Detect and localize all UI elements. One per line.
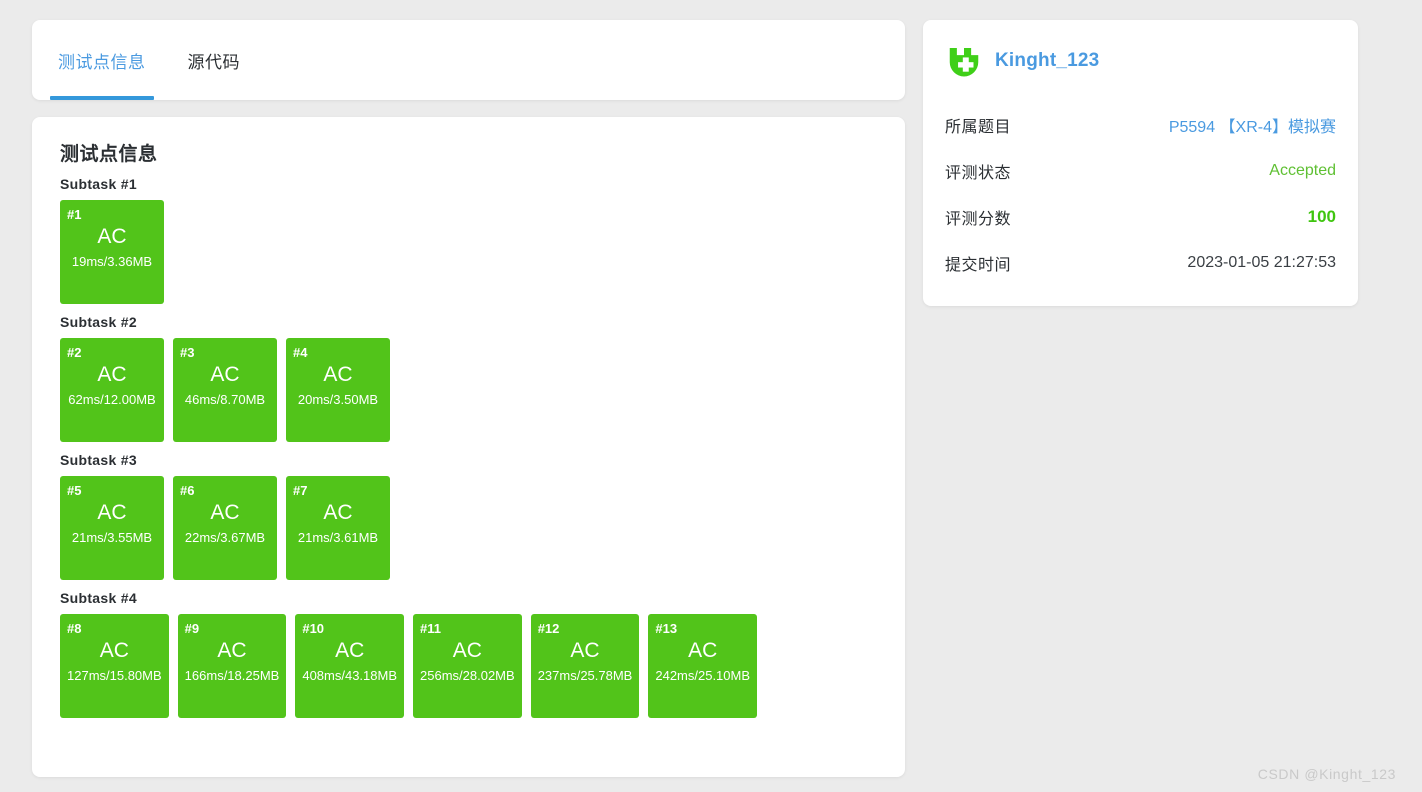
- subtask-label: Subtask #3: [60, 452, 137, 468]
- testpoint-card[interactable]: #2 AC 62ms/12.00MB: [60, 338, 164, 442]
- username-link[interactable]: Kinght_123: [995, 50, 1099, 72]
- testpoint-row: #5 AC 21ms/3.55MB #6 AC 22ms/3.67MB #7 A…: [60, 476, 877, 580]
- tab-testpoint-info[interactable]: 测试点信息: [50, 20, 154, 100]
- submit-time-value: 2023-01-05 21:27:53: [1187, 254, 1336, 271]
- testpoint-meta: 19ms/3.36MB: [71, 253, 153, 269]
- testpoint-status: AC: [97, 224, 127, 248]
- testpoint-card[interactable]: #10 AC 408ms/43.18MB: [295, 614, 405, 718]
- testpoint-id: #6: [180, 483, 195, 498]
- status-badge: Accepted: [1269, 162, 1336, 179]
- subtask-label: Subtask #4: [60, 590, 137, 606]
- testpoint-meta: 20ms/3.50MB: [297, 391, 379, 407]
- tab-label: 测试点信息: [58, 52, 146, 72]
- testpoint-card[interactable]: #8 AC 127ms/15.80MB: [60, 614, 169, 718]
- testpoint-status: AC: [97, 362, 127, 386]
- info-row-submit-time: 提交时间 2023-01-05 21:27:53: [945, 240, 1336, 286]
- testpoint-id: #11: [420, 621, 441, 636]
- testpoint-status: AC: [570, 638, 600, 662]
- testpoint-card[interactable]: #5 AC 21ms/3.55MB: [60, 476, 164, 580]
- testpoint-id: #5: [67, 483, 82, 498]
- tab-bar: 测试点信息 源代码: [50, 20, 248, 100]
- page-title: 测试点信息: [60, 144, 158, 165]
- testpoint-status: AC: [99, 638, 129, 662]
- problem-link[interactable]: P5594 【XR-4】模拟赛: [1169, 113, 1336, 137]
- info-row-status: 评测状态 Accepted: [945, 148, 1336, 194]
- testpoint-meta: 21ms/3.55MB: [71, 529, 153, 545]
- subtask-group: Subtask #1 #1 AC 19ms/3.36MB: [60, 176, 877, 304]
- subtask-group: Subtask #4 #8 AC 127ms/15.80MB #9 AC 166…: [60, 590, 877, 718]
- testpoint-id: #1: [67, 207, 82, 222]
- testpoint-meta: 46ms/8.70MB: [184, 391, 266, 407]
- testpoint-card[interactable]: #9 AC 166ms/18.25MB: [177, 614, 287, 718]
- testpoint-id: #12: [537, 621, 560, 636]
- user-row: Kinght_123: [945, 42, 1336, 80]
- subtask-group: Subtask #2 #2 AC 62ms/12.00MB #3 AC 46ms…: [60, 314, 877, 442]
- testpoint-meta: 256ms/28.02MB: [420, 667, 515, 683]
- tabs-card: 测试点信息 源代码: [32, 20, 905, 100]
- score-value: 100: [1307, 207, 1336, 226]
- testpoint-id: #3: [180, 345, 195, 360]
- info-label: 提交时间: [945, 257, 1012, 274]
- testpoint-meta: 408ms/43.18MB: [302, 667, 398, 683]
- testpoint-info-card: 测试点信息 Subtask #1 #1 AC 19ms/3.36MB Subta…: [32, 117, 905, 777]
- testpoint-id: #13: [655, 621, 678, 636]
- testpoint-card[interactable]: #13 AC 242ms/25.10MB: [648, 614, 758, 718]
- testpoint-status: AC: [210, 500, 240, 524]
- subtask-label: Subtask #1: [60, 176, 137, 192]
- testpoint-status: AC: [335, 638, 365, 662]
- testpoint-row: #1 AC 19ms/3.36MB: [60, 200, 877, 304]
- testpoint-card[interactable]: #6 AC 22ms/3.67MB: [173, 476, 277, 580]
- testpoint-status: AC: [688, 638, 718, 662]
- right-column: Kinght_123 所属题目 P5594 【XR-4】模拟赛 评测状态 Acc…: [923, 20, 1358, 306]
- left-column: 测试点信息 源代码 测试点信息 Subtask #1 #1 AC 19ms/3.…: [32, 20, 905, 777]
- testpoint-meta: 166ms/18.25MB: [184, 667, 280, 683]
- testpoint-row: #8 AC 127ms/15.80MB #9 AC 166ms/18.25MB …: [60, 614, 877, 718]
- testpoint-meta: 22ms/3.67MB: [184, 529, 266, 545]
- testpoint-card[interactable]: #4 AC 20ms/3.50MB: [286, 338, 390, 442]
- testpoint-status: AC: [323, 500, 353, 524]
- testpoint-meta: 21ms/3.61MB: [297, 529, 379, 545]
- testpoint-status: AC: [217, 638, 247, 662]
- tab-label: 源代码: [187, 52, 240, 72]
- info-row-score: 评测分数 100: [945, 194, 1336, 240]
- testpoint-meta: 127ms/15.80MB: [67, 667, 162, 683]
- watermark: CSDN @Kinght_123: [1257, 766, 1396, 782]
- testpoint-row: #2 AC 62ms/12.00MB #3 AC 46ms/8.70MB #4 …: [60, 338, 877, 442]
- testpoint-id: #9: [184, 621, 200, 636]
- testpoint-status: AC: [210, 362, 240, 386]
- info-row-problem: 所属题目 P5594 【XR-4】模拟赛: [945, 102, 1336, 148]
- testpoint-card[interactable]: #1 AC 19ms/3.36MB: [60, 200, 164, 304]
- info-label: 评测分数: [945, 211, 1012, 228]
- green-cross-avatar-icon: [945, 42, 983, 80]
- testpoint-id: #10: [302, 621, 325, 636]
- testpoint-status: AC: [323, 362, 353, 386]
- testpoint-status: AC: [452, 638, 482, 662]
- testpoint-id: #4: [293, 345, 308, 360]
- info-label: 所属题目: [945, 119, 1012, 136]
- testpoint-card[interactable]: #11 AC 256ms/28.02MB: [413, 614, 522, 718]
- testpoint-meta: 242ms/25.10MB: [655, 667, 751, 683]
- info-label: 评测状态: [945, 165, 1012, 182]
- page-root: 测试点信息 源代码 测试点信息 Subtask #1 #1 AC 19ms/3.…: [0, 0, 1422, 777]
- testpoint-id: #7: [293, 483, 308, 498]
- subtask-label: Subtask #2: [60, 314, 137, 330]
- tab-source-code[interactable]: 源代码: [180, 20, 249, 100]
- testpoint-meta: 237ms/25.78MB: [537, 667, 633, 683]
- testpoint-card[interactable]: #7 AC 21ms/3.61MB: [286, 476, 390, 580]
- testpoint-meta: 62ms/12.00MB: [68, 391, 156, 407]
- testpoint-card[interactable]: #12 AC 237ms/25.78MB: [530, 614, 640, 718]
- testpoint-card[interactable]: #3 AC 46ms/8.70MB: [173, 338, 277, 442]
- subtask-group: Subtask #3 #5 AC 21ms/3.55MB #6 AC 22ms/…: [60, 452, 877, 580]
- testpoint-status: AC: [97, 500, 127, 524]
- testpoint-id: #2: [67, 345, 82, 360]
- testpoint-id: #8: [67, 621, 82, 636]
- submission-info-card: Kinght_123 所属题目 P5594 【XR-4】模拟赛 评测状态 Acc…: [923, 20, 1358, 306]
